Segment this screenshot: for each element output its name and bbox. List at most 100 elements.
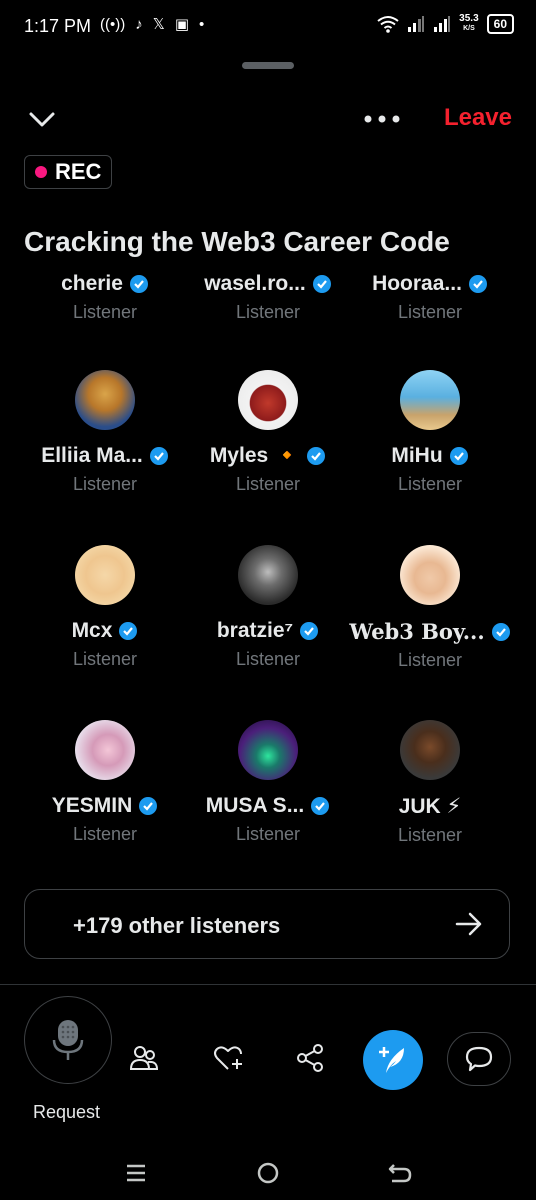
participant-name: Elliia Ma... bbox=[41, 444, 143, 467]
share-icon[interactable] bbox=[294, 1042, 326, 1074]
participant-name-row: Hooraa... bbox=[341, 272, 519, 296]
home-icon[interactable] bbox=[254, 1159, 282, 1187]
network-speed: 35.3 K/S bbox=[459, 14, 478, 34]
verified-badge-icon bbox=[149, 447, 168, 465]
leave-button[interactable]: Leave bbox=[444, 104, 512, 132]
participant-name-row: Myles 🔸 bbox=[179, 444, 357, 468]
more-options-icon[interactable] bbox=[362, 104, 402, 134]
participant-name: MiHu bbox=[391, 444, 443, 467]
system-nav-bar bbox=[0, 1145, 536, 1200]
verified-badge-icon bbox=[468, 275, 487, 293]
participant-role: Listener bbox=[72, 302, 138, 322]
participant-role: Listener bbox=[397, 474, 463, 494]
participant-role: Listener bbox=[235, 474, 301, 494]
participant-name-row: wasel.ro... bbox=[179, 272, 357, 296]
participant-name: YESMIN bbox=[51, 794, 133, 817]
participant-card[interactable]: MUSA S... Listener bbox=[179, 720, 357, 845]
participant-name-row: Web3 Boy... bbox=[341, 619, 519, 644]
avatar bbox=[75, 720, 135, 780]
participant-name: MUSA S... bbox=[205, 794, 305, 817]
chat-bubble-icon bbox=[465, 1046, 493, 1072]
microphone-icon bbox=[52, 1020, 84, 1060]
avatar bbox=[400, 720, 460, 780]
participant-card[interactable]: wasel.ro... Listener bbox=[179, 272, 357, 323]
participant-card[interactable]: Hooraa... Listener bbox=[341, 272, 519, 323]
participant-name: wasel.ro... bbox=[204, 272, 306, 295]
participant-name-row: bratzie⁷ bbox=[179, 619, 357, 643]
participant-role: Listener bbox=[397, 302, 463, 322]
comments-button[interactable] bbox=[447, 1032, 511, 1086]
avatar bbox=[400, 545, 460, 605]
other-listeners-button[interactable]: +179 other listeners bbox=[24, 889, 510, 959]
speed-unit: K/S bbox=[463, 25, 475, 32]
participant-role: Listener bbox=[72, 474, 138, 494]
participant-name: Myles 🔸 bbox=[209, 444, 301, 467]
participant-role: Listener bbox=[235, 824, 301, 844]
avatar bbox=[75, 370, 135, 430]
participant-card[interactable]: Elliia Ma... Listener bbox=[16, 370, 194, 495]
drag-handle[interactable] bbox=[242, 62, 294, 69]
participant-name: bratzie⁷ bbox=[216, 619, 294, 642]
verified-badge-icon bbox=[129, 275, 148, 293]
participant-card[interactable]: JUK ⚡ Listener bbox=[341, 720, 519, 846]
battery-indicator: 60 bbox=[486, 14, 514, 34]
people-icon[interactable] bbox=[128, 1042, 160, 1074]
radio-icon: ((•)) bbox=[100, 15, 126, 33]
participant-name: Web3 Boy... bbox=[349, 619, 485, 644]
dot-icon: • bbox=[199, 15, 205, 33]
status-bar: 1:17 PM ((•)) ♪ 𝕏 ▣ • 35.3 K/S 60 bbox=[0, 0, 536, 56]
participant-name: cherie bbox=[61, 272, 123, 295]
participant-name-row: JUK ⚡ bbox=[341, 794, 519, 819]
participant-name-row: YESMIN bbox=[16, 794, 194, 818]
record-dot-icon bbox=[35, 166, 47, 178]
divider bbox=[0, 984, 536, 985]
recording-badge: REC bbox=[24, 155, 113, 189]
participant-name: Hooraa... bbox=[372, 272, 462, 295]
recent-apps-icon[interactable] bbox=[122, 1159, 150, 1187]
status-right-icons: 35.3 K/S 60 bbox=[377, 14, 514, 34]
participant-card[interactable]: Myles 🔸 Listener bbox=[179, 370, 357, 495]
participant-role: Listener bbox=[72, 649, 138, 669]
x-icon: 𝕏 bbox=[152, 16, 165, 33]
verified-badge-icon bbox=[449, 447, 468, 465]
participant-card[interactable]: bratzie⁷ Listener bbox=[179, 545, 357, 670]
request-mic-button[interactable] bbox=[24, 996, 112, 1084]
participant-role: Listener bbox=[235, 649, 301, 669]
participant-name-row: Elliia Ma... bbox=[16, 444, 194, 468]
signal-icon-2 bbox=[434, 16, 451, 32]
participant-card[interactable]: cherie Listener bbox=[16, 272, 194, 323]
space-title: Cracking the Web3 Career Code bbox=[24, 226, 450, 257]
participant-card[interactable]: YESMIN Listener bbox=[16, 720, 194, 845]
verified-badge-icon bbox=[119, 622, 138, 640]
participant-role: Listener bbox=[397, 825, 463, 845]
participant-name: Mcx bbox=[71, 619, 113, 642]
avatar bbox=[75, 545, 135, 605]
verified-badge-icon bbox=[307, 447, 326, 465]
participant-role: Listener bbox=[235, 302, 301, 322]
back-icon[interactable] bbox=[386, 1159, 414, 1187]
participant-name-row: Mcx bbox=[16, 619, 194, 643]
status-left-icons: ((•)) ♪ 𝕏 ▣ • bbox=[100, 15, 205, 34]
request-label: Request bbox=[33, 1102, 101, 1122]
verified-badge-icon bbox=[312, 275, 331, 293]
verified-badge-icon bbox=[491, 622, 510, 641]
feather-plus-icon bbox=[379, 1047, 404, 1073]
heart-plus-icon[interactable] bbox=[212, 1042, 244, 1074]
participant-card[interactable]: Web3 Boy... Listener bbox=[341, 545, 519, 671]
participant-name-row: MUSA S... bbox=[179, 794, 357, 818]
participant-grid: cherie Listener wasel.ro... Listener Hoo… bbox=[0, 262, 536, 862]
participant-card[interactable]: MiHu Listener bbox=[341, 370, 519, 495]
rec-label: REC bbox=[55, 159, 102, 184]
participant-role: Listener bbox=[397, 650, 463, 670]
avatar bbox=[238, 370, 298, 430]
chevron-down-icon[interactable] bbox=[28, 108, 56, 132]
speed-value: 35.3 bbox=[459, 13, 479, 24]
participant-name-row: MiHu bbox=[341, 444, 519, 468]
avatar bbox=[238, 720, 298, 780]
participant-role: Listener bbox=[72, 824, 138, 844]
verified-badge-icon bbox=[311, 797, 330, 815]
avatar bbox=[238, 545, 298, 605]
compose-button[interactable] bbox=[363, 1030, 423, 1090]
participant-card[interactable]: Mcx Listener bbox=[16, 545, 194, 670]
verified-badge-icon bbox=[139, 797, 158, 815]
